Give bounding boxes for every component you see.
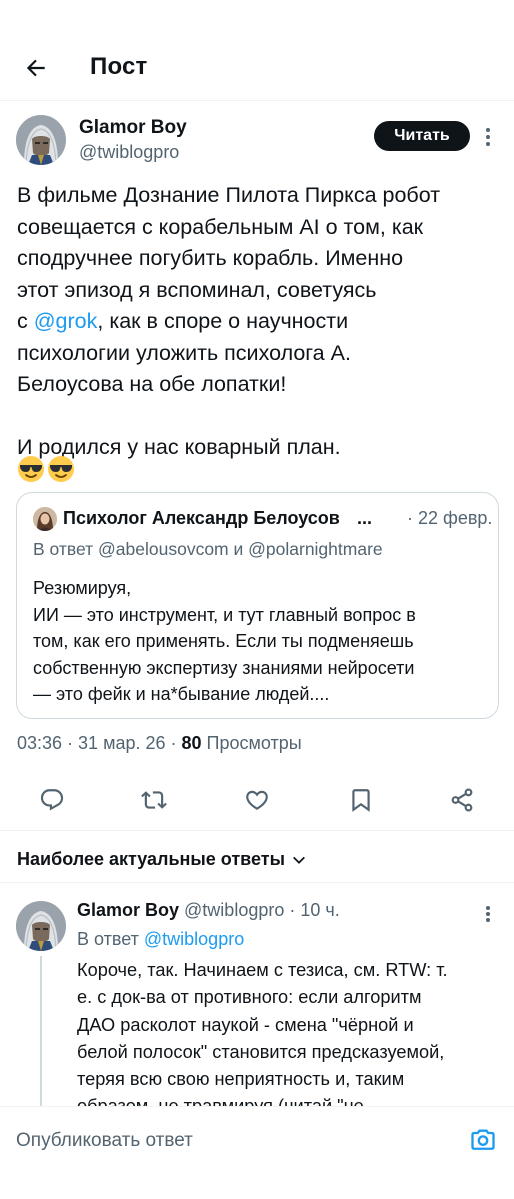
quoted-author-avatar[interactable]: [33, 507, 57, 531]
post-blank-line: [17, 401, 501, 433]
reply-text-line: е. с док-ва от противного: если алгоритм: [77, 987, 422, 1008]
page-title: Пост: [90, 53, 148, 80]
reply-body: Короче, так. Начинаем с тезиса, см. RTW:…: [77, 957, 502, 1107]
reply-text-line: образом, не травмируя (читай "не: [77, 1096, 364, 1107]
post-text-line: психологии уложить психолога А.: [17, 340, 351, 365]
post-text-line: В фильме Дознание Пилота Пиркса робот: [17, 183, 441, 207]
post-body: В фильме Дознание Пилота Пиркса робот со…: [17, 180, 501, 464]
quote-text-line: ИИ — это инструмент, и тут главный вопро…: [33, 604, 416, 625]
post-timestamp[interactable]: 03:36 · 31 мар. 26 ·: [17, 733, 181, 753]
mention-link[interactable]: @grok: [34, 309, 98, 333]
quote-text-line: — это фейк и на*бывание людей....: [33, 684, 330, 704]
post-text-line: сподручнее погубить корабль. Именно: [17, 246, 404, 270]
reply-text-line: теряя всю свою неприятность и, таким: [77, 1069, 405, 1090]
chevron-down-icon: [292, 856, 305, 864]
thread-connector-line: [40, 956, 42, 1106]
quoted-post-date[interactable]: · 22 февр.: [407, 508, 492, 529]
text-fragment: , как в споре о научности: [97, 309, 349, 333]
reply-icon[interactable]: [37, 785, 67, 815]
replies-sort-dropdown[interactable]: Наиболее актуальные ответы: [17, 849, 307, 870]
post-text-line-mention: с @grok, как в споре о научности: [17, 306, 501, 338]
reply-to-prefix: В ответ: [77, 929, 144, 949]
reply-author-avatar[interactable]: [16, 901, 66, 951]
quoted-reply-to: В ответ @abelousovcom и @polarnightmare: [33, 539, 383, 559]
camera-icon[interactable]: [468, 1125, 498, 1155]
post-text-line: И родился у нас коварный план.: [17, 435, 341, 459]
post-meta: 03:36 · 31 мар. 26 · 80 Просмотры: [17, 733, 302, 754]
reply-more-options-icon[interactable]: [478, 903, 498, 925]
more-options-icon[interactable]: [478, 125, 498, 149]
like-icon[interactable]: [242, 785, 272, 815]
sort-label: Наиболее актуальные ответы: [17, 849, 285, 869]
quoted-name-ellipsis: ...: [357, 508, 373, 528]
actions-divider: [0, 830, 514, 831]
sunglasses-emoji-icon: [48, 456, 74, 482]
author-avatar[interactable]: [16, 115, 66, 165]
read-button[interactable]: Читать: [374, 121, 470, 151]
reply-text-line: Короче, так. Начинаем с тезиса, см. RTW:…: [77, 960, 448, 980]
top-bar: Пост: [0, 0, 514, 106]
reply-to-line: В ответ @twiblogpro: [77, 929, 244, 950]
quote-text-line: Резюмируя,: [33, 578, 132, 598]
reply-author-handle[interactable]: @twiblogpro · 10 ч.: [179, 900, 340, 920]
post-text-line: совещается с корабельным AI о том, как: [17, 214, 424, 239]
quote-text-line: том, как его применять. Если ты подменяе…: [33, 631, 414, 651]
reply-author-name[interactable]: Glamor Boy: [77, 900, 179, 920]
emoji-row: [17, 455, 75, 483]
author-name[interactable]: Glamor Boy: [79, 117, 187, 139]
post-text-line: Белоусова на обе лопатки!: [17, 372, 287, 396]
retweet-icon[interactable]: [139, 785, 169, 815]
quote-text-line: собственную экспертизу знаниями нейросет…: [33, 657, 415, 678]
post-text-line: этот эпизод я вспоминал, советуясь: [17, 277, 377, 302]
reply-header: Glamor Boy @twiblogpro · 10 ч.: [77, 900, 340, 921]
quoted-post-body: Резюмируя, ИИ — это инструмент, и тут гл…: [33, 575, 493, 708]
text-fragment: с: [17, 309, 34, 333]
back-arrow-icon[interactable]: [18, 50, 54, 86]
reply-to-mention[interactable]: @twiblogpro: [144, 929, 244, 949]
reply-text-line: белой полосок" становится предсказуемой,: [77, 1041, 445, 1062]
reply-text-line: ДАО расколот наукой - смена "чёрной и: [77, 1014, 414, 1035]
reply-input[interactable]: Опубликовать ответ: [16, 1130, 193, 1152]
author-handle[interactable]: @twiblogpro: [79, 142, 179, 163]
views-label[interactable]: Просмотры: [202, 733, 302, 753]
sort-divider: [0, 882, 514, 883]
share-icon[interactable]: [447, 785, 477, 815]
reply-composer: Опубликовать ответ: [0, 1106, 514, 1199]
quoted-post-card[interactable]: Психолог Александр Белоусов ... · 22 фев…: [16, 492, 499, 719]
views-count[interactable]: 80: [181, 733, 201, 753]
header-divider: [0, 100, 514, 101]
quoted-author-name[interactable]: Психолог Александр Белоусов: [63, 508, 340, 529]
sunglasses-emoji-icon: [18, 456, 44, 482]
bookmark-icon[interactable]: [346, 785, 376, 815]
